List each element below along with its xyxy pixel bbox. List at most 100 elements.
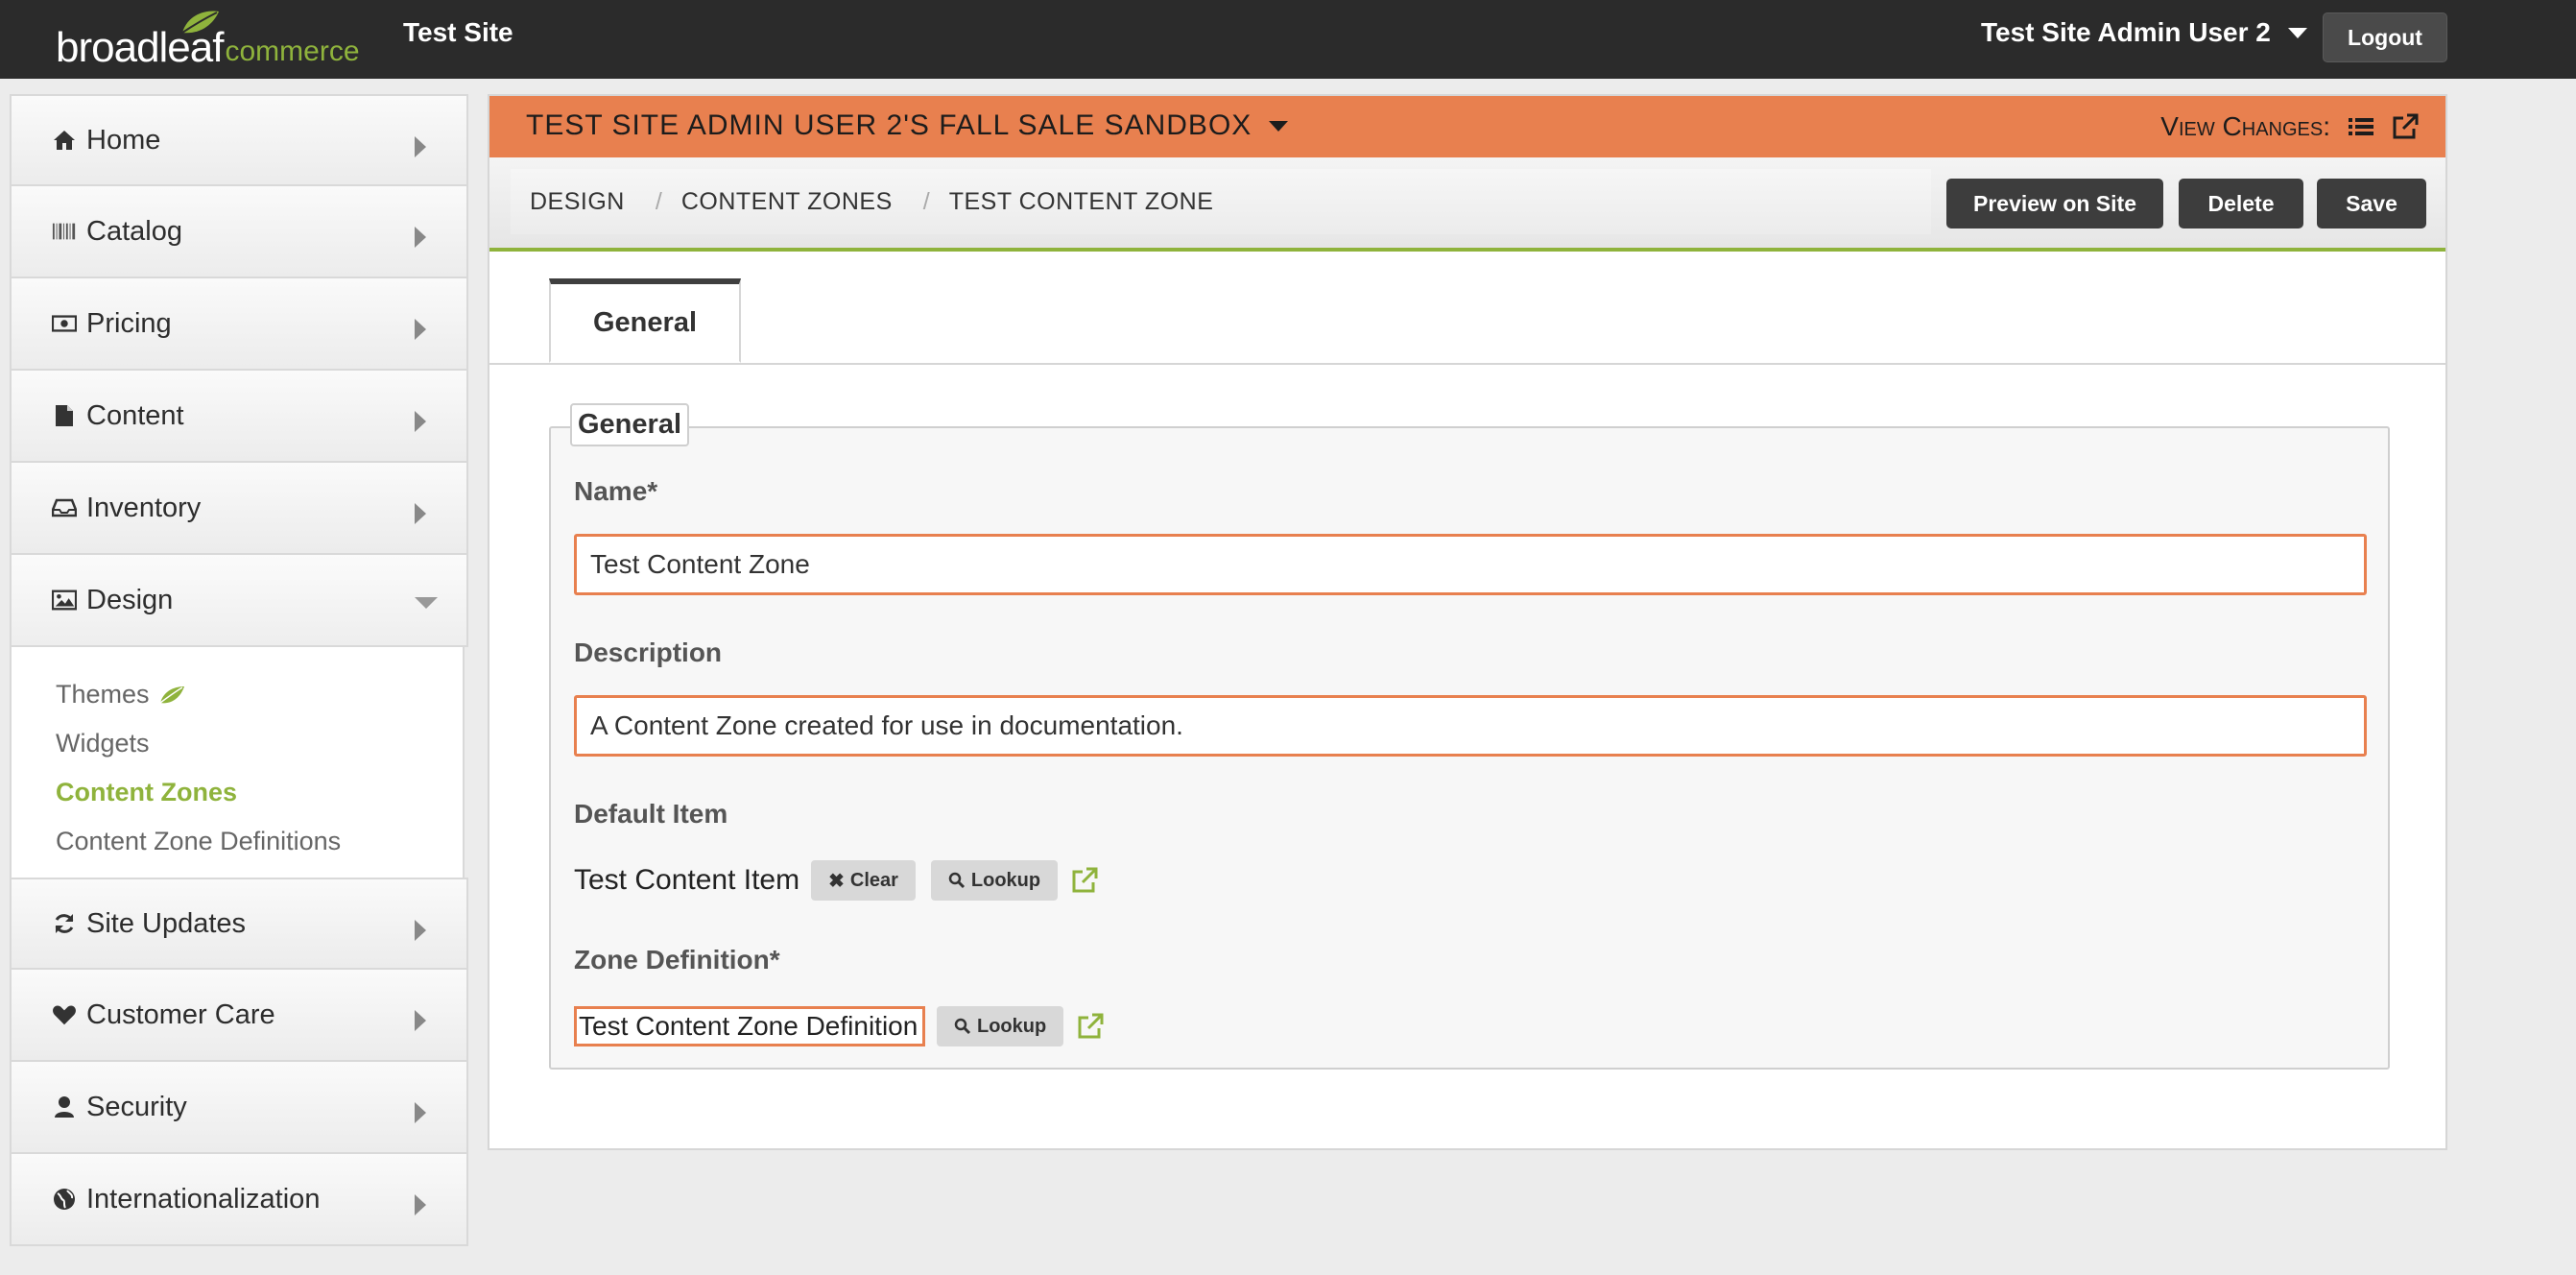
sidebar-item-label: Pricing	[86, 307, 172, 339]
chevron-right-icon	[415, 319, 426, 340]
money-icon	[52, 311, 77, 336]
close-icon: ✖	[828, 870, 845, 892]
sandbox-selector[interactable]: Test Site Admin User 2's Fall Sale Sandb…	[526, 109, 1289, 142]
submenu-item-label: Themes	[56, 680, 150, 709]
sidebar-item-label: Home	[86, 124, 161, 156]
sidebar-item-design[interactable]: Design	[10, 555, 468, 647]
default-item-label: Default Item	[574, 799, 728, 829]
sidebar-item-label: Inventory	[86, 492, 202, 523]
save-button[interactable]: Save	[2317, 179, 2426, 229]
external-link-icon[interactable]	[1071, 867, 1098, 894]
sandbox-title: Test Site Admin User 2's Fall Sale Sandb…	[526, 109, 1252, 141]
submenu-item-label: Content Zones	[56, 778, 237, 806]
submenu-item-content-zone-definitions[interactable]: Content Zone Definitions	[56, 817, 463, 866]
sandbox-bar: Test Site Admin User 2's Fall Sale Sandb…	[489, 96, 2445, 157]
leaf-icon	[159, 686, 184, 704]
user-icon	[52, 1095, 77, 1119]
picture-icon	[52, 588, 77, 613]
sidebar-item-pricing[interactable]: Pricing	[10, 278, 468, 371]
user-menu[interactable]: Test Site Admin User 2	[1981, 17, 2307, 48]
sidebar-item-label: Catalog	[86, 215, 182, 247]
tab-general[interactable]: General	[549, 278, 741, 363]
submenu-item-label: Content Zone Definitions	[56, 827, 342, 855]
breadcrumb-current: TEST CONTENT ZONE	[948, 187, 1214, 215]
sidebar: Home Catalog Pricing Content Inventory D…	[10, 94, 468, 1246]
description-label: Description	[574, 638, 723, 667]
chevron-right-icon	[415, 1194, 426, 1215]
sidebar-item-site-updates[interactable]: Site Updates	[10, 878, 468, 970]
logo-leaf-icon	[181, 11, 219, 34]
name-field[interactable]: Test Content Zone	[574, 534, 2367, 595]
lookup-button[interactable]: Lookup	[937, 1006, 1064, 1046]
heart-icon	[52, 1002, 77, 1027]
logo-sub-text: commerce	[225, 36, 360, 67]
inbox-icon	[52, 495, 77, 520]
file-icon	[52, 403, 77, 428]
chevron-right-icon	[415, 1010, 426, 1031]
delete-button[interactable]: Delete	[2179, 179, 2303, 229]
lookup-label: Lookup	[977, 1015, 1047, 1037]
sidebar-item-label: Internationalization	[86, 1183, 321, 1215]
submenu-item-label: Widgets	[56, 729, 150, 758]
sidebar-item-catalog[interactable]: Catalog	[10, 186, 468, 278]
list-icon[interactable]	[2348, 116, 2374, 137]
chevron-right-icon	[415, 503, 426, 524]
breadcrumb: DESIGN / CONTENT ZONES / TEST CONTENT ZO…	[511, 169, 1931, 234]
general-fieldset: General Name* Test Content Zone Descript…	[549, 403, 2390, 1070]
breadcrumb-bar: DESIGN / CONTENT ZONES / TEST CONTENT ZO…	[489, 157, 2445, 252]
sidebar-item-customer-care[interactable]: Customer Care	[10, 970, 468, 1062]
chevron-down-icon	[415, 597, 438, 609]
breadcrumb-design[interactable]: DESIGN	[511, 188, 625, 216]
clear-button[interactable]: ✖ Clear	[811, 860, 916, 901]
sidebar-item-label: Security	[86, 1091, 187, 1122]
refresh-icon	[52, 911, 77, 936]
default-item-value: Test Content Item	[574, 864, 800, 896]
description-field[interactable]: A Content Zone created for use in docume…	[574, 695, 2367, 757]
chevron-right-icon	[415, 411, 426, 432]
search-icon	[948, 872, 965, 889]
view-changes-label: View Changes:	[2160, 111, 2330, 141]
caret-down-icon	[1269, 120, 1289, 132]
sidebar-item-label: Design	[86, 584, 174, 615]
chevron-right-icon	[415, 1102, 426, 1123]
zone-definition-row: Test Content Zone Definition Lookup	[574, 1006, 1104, 1046]
logout-button[interactable]: Logout	[2323, 12, 2447, 62]
breadcrumb-content-zones[interactable]: CONTENT ZONES	[681, 188, 893, 216]
sidebar-item-content[interactable]: Content	[10, 371, 468, 463]
site-name[interactable]: Test Site	[403, 17, 513, 48]
lookup-button[interactable]: Lookup	[930, 860, 1059, 901]
design-submenu: Themes Widgets Content Zones Content Zon…	[10, 647, 465, 878]
search-icon	[954, 1018, 971, 1035]
chevron-right-icon	[415, 227, 426, 248]
external-link-icon[interactable]	[1077, 1013, 1104, 1040]
sidebar-item-security[interactable]: Security	[10, 1062, 468, 1154]
name-label: Name*	[574, 476, 658, 506]
view-changes: View Changes:	[2160, 111, 2419, 142]
caret-down-icon	[2287, 27, 2307, 38]
zone-definition-label: Zone Definition*	[574, 945, 780, 974]
main-panel: Test Site Admin User 2's Fall Sale Sandb…	[488, 94, 2447, 1150]
sidebar-item-inventory[interactable]: Inventory	[10, 463, 468, 555]
tab-bar: General	[489, 278, 2445, 365]
breadcrumb-separator: /	[655, 187, 662, 215]
external-link-icon[interactable]	[2392, 113, 2419, 140]
preview-on-site-button[interactable]: Preview on Site	[1946, 179, 2163, 229]
default-item-row: Test Content Item ✖ Clear Lookup	[574, 860, 1098, 901]
submenu-item-widgets[interactable]: Widgets	[56, 719, 463, 768]
sidebar-item-home[interactable]: Home	[10, 94, 468, 186]
top-bar: broadleaf commerce Test Site Test Site A…	[0, 0, 2576, 79]
submenu-item-content-zones[interactable]: Content Zones	[56, 768, 463, 817]
user-name: Test Site Admin User 2	[1981, 17, 2271, 47]
globe-icon	[52, 1187, 77, 1212]
chevron-right-icon	[415, 920, 426, 941]
chevron-right-icon	[415, 136, 426, 157]
sidebar-item-label: Site Updates	[86, 907, 247, 939]
barcode-icon	[52, 219, 77, 244]
broadleaf-logo[interactable]: broadleaf commerce	[56, 11, 360, 69]
submenu-item-themes[interactable]: Themes	[56, 670, 463, 719]
sidebar-item-internationalization[interactable]: Internationalization	[10, 1154, 468, 1246]
home-icon	[52, 128, 77, 153]
zone-definition-field[interactable]: Test Content Zone Definition	[574, 1006, 925, 1046]
clear-label: Clear	[849, 869, 898, 891]
breadcrumb-separator: /	[922, 187, 930, 215]
